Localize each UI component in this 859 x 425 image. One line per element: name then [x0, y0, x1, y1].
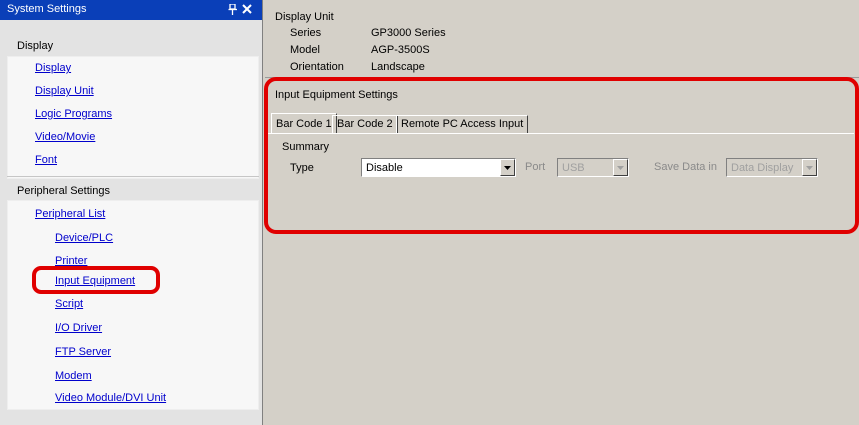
panel-title: System Settings	[7, 3, 87, 15]
nav-device-plc[interactable]: Device/PLC	[55, 232, 113, 244]
divider	[7, 176, 259, 177]
close-icon[interactable]	[242, 4, 252, 14]
model-label: Model	[290, 44, 320, 56]
nav-video-movie[interactable]: Video/Movie	[35, 131, 95, 143]
nav-video-module-dvi-unit[interactable]: Video Module/DVI Unit	[55, 392, 166, 404]
nav-ftp-server[interactable]: FTP Server	[55, 346, 111, 358]
nav-font[interactable]: Font	[35, 154, 57, 166]
nav-display-unit[interactable]: Display Unit	[35, 85, 94, 97]
system-settings-panel: System Settings Display Display Display …	[0, 0, 263, 425]
pin-icon[interactable]	[228, 4, 238, 15]
model-value: AGP-3500S	[371, 44, 430, 56]
orientation-label: Orientation	[290, 61, 344, 73]
nav-script[interactable]: Script	[55, 298, 83, 310]
series-label: Series	[290, 27, 322, 39]
settings-highlight	[264, 77, 859, 234]
nav-peripheral-list[interactable]: Peripheral List	[35, 208, 105, 220]
nav-modem[interactable]: Modem	[55, 370, 92, 382]
nav-logic-programs[interactable]: Logic Programs	[35, 108, 112, 120]
orientation-value: Landscape	[371, 61, 425, 73]
peripheral-group-label: Peripheral Settings	[17, 185, 110, 197]
display-group-label: Display	[17, 40, 54, 52]
series-value: GP3000 Series	[371, 27, 446, 39]
input-equipment-highlight	[32, 266, 160, 294]
nav-io-driver[interactable]: I/O Driver	[55, 322, 102, 334]
nav-display[interactable]: Display	[35, 62, 71, 74]
display-unit-title: Display Unit	[275, 11, 334, 23]
peripheral-group	[7, 200, 259, 410]
panel-title-bar: System Settings	[0, 0, 262, 20]
